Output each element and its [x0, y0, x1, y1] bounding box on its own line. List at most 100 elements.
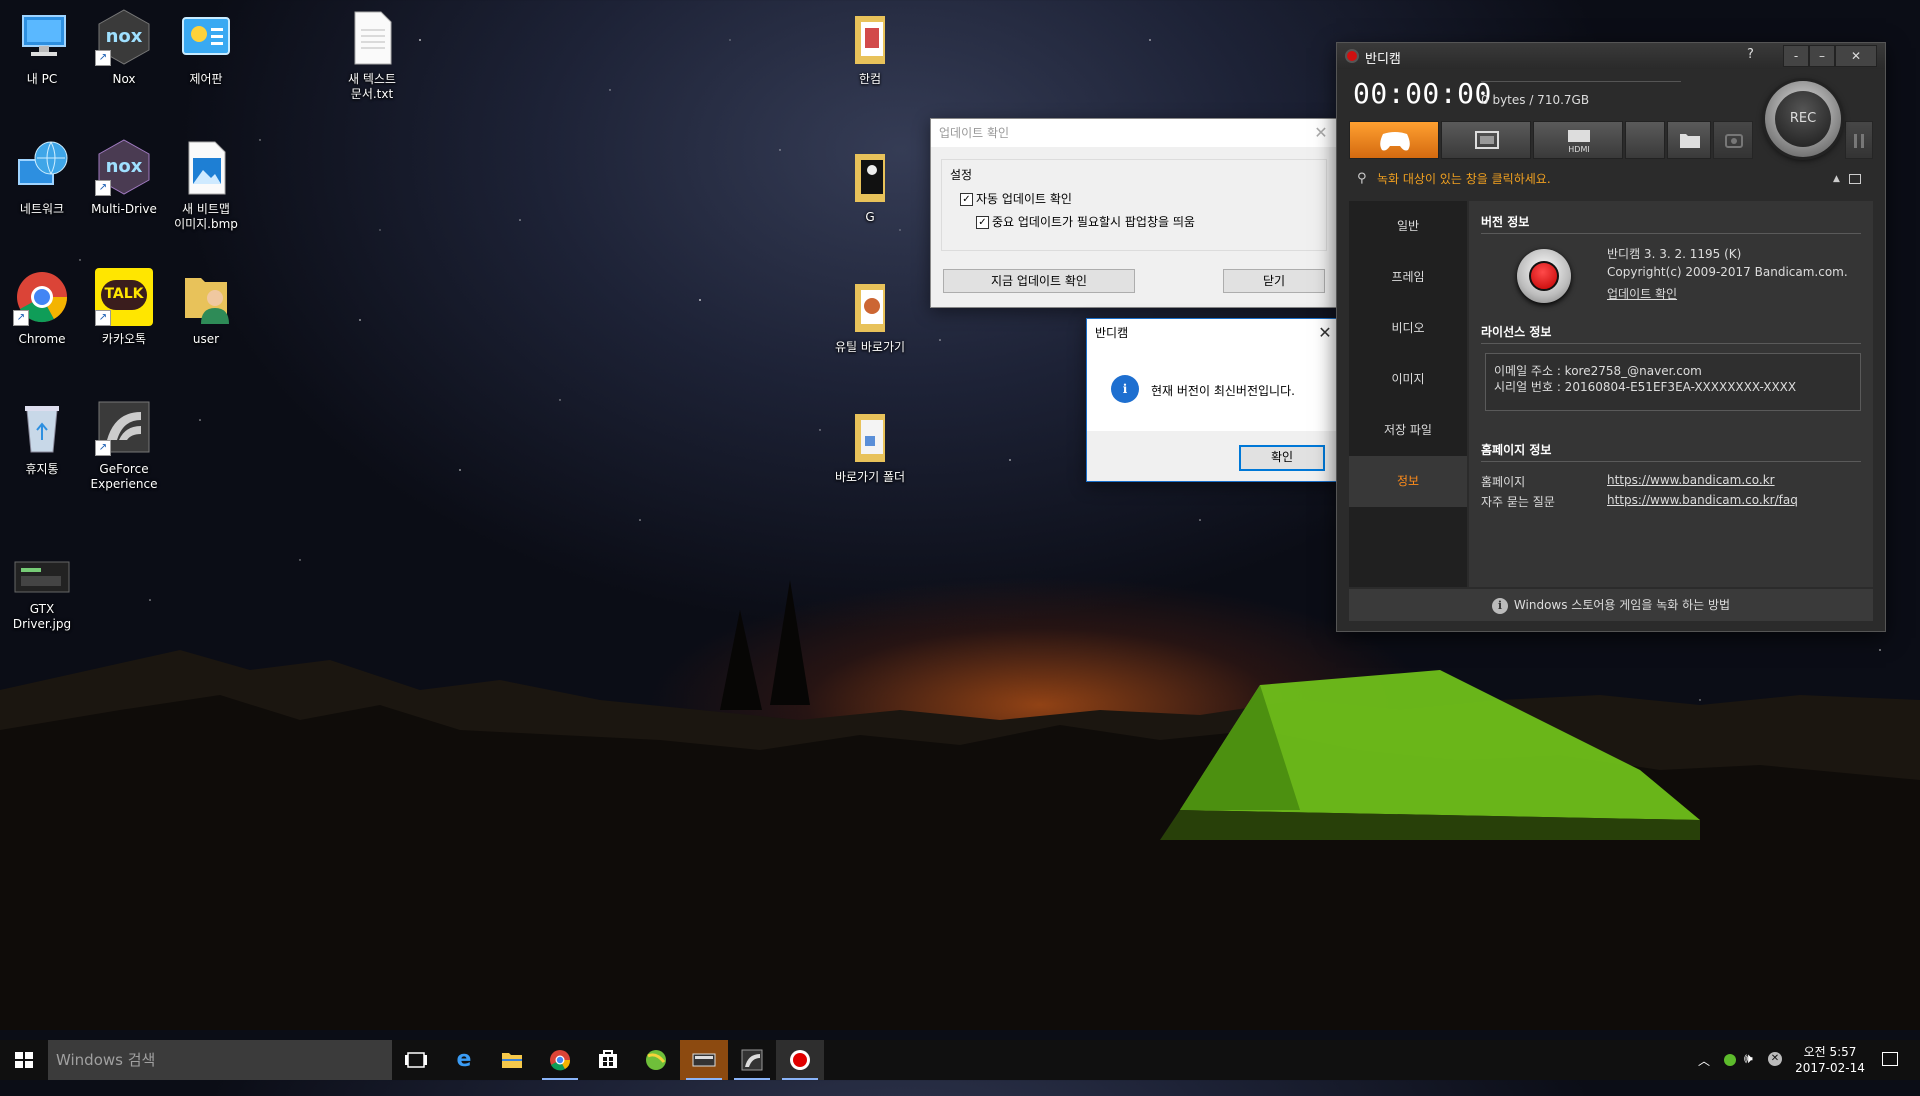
speaker-icon[interactable]: 🕪 — [1744, 1051, 1753, 1067]
nox-multi-drive-icon: nox ↗ — [95, 138, 153, 196]
homepage-section-title: 홈페이지 정보 — [1481, 443, 1552, 457]
close-icon[interactable]: ✕ — [1835, 45, 1877, 67]
popup-checkbox[interactable]: ✓ 중요 업데이트가 필요할시 팝업창을 띄움 — [976, 213, 1195, 230]
auto-update-checkbox[interactable]: ✓ 자동 업데이트 확인 — [960, 190, 1072, 207]
icon-label: Chrome — [18, 332, 66, 346]
desktop-icon-shortcut-folder[interactable]: 바로가기 폴더 — [828, 406, 912, 485]
desktop-icon-network[interactable]: 네트워크 — [0, 138, 84, 217]
icon-label: Multi-Drive — [91, 202, 157, 216]
version-section-title: 버전 정보 — [1481, 215, 1530, 229]
icon-label: GTX Driver.jpg — [12, 602, 72, 631]
pause-button[interactable] — [1845, 121, 1873, 159]
desktop-icon-geforce[interactable]: ↗ GeForce Experience — [82, 398, 166, 492]
store-games-help-bar[interactable]: i Windows 스토어용 게임을 녹화 하는 방법 — [1349, 589, 1873, 621]
taskbar-geforce[interactable] — [728, 1040, 776, 1080]
chevron-up-icon[interactable]: ︿ — [1698, 1052, 1710, 1069]
check-now-button[interactable]: 지금 업데이트 확인 — [943, 269, 1135, 293]
desktop-icon-multi-drive[interactable]: nox ↗ Multi-Drive — [82, 138, 166, 217]
shortcut-arrow-icon: ↗ — [95, 310, 111, 326]
nav-item-output[interactable]: 저장 파일 — [1349, 405, 1467, 456]
license-section-title: 라이선스 정보 — [1481, 325, 1552, 339]
chevron-up-icon[interactable]: ▲ — [1833, 167, 1840, 191]
desktop-icon-user[interactable]: user — [164, 268, 248, 347]
desktop-icon-this-pc[interactable]: 내 PC — [0, 8, 84, 87]
icon-label: Nox — [112, 72, 136, 86]
store-games-help-text: Windows 스토어용 게임을 녹화 하는 방법 — [1513, 598, 1731, 612]
help-button[interactable]: ? — [1747, 47, 1754, 62]
kakaotalk-icon: TALK ↗ — [95, 268, 153, 326]
nav-item-fps[interactable]: 프레임 — [1349, 252, 1467, 303]
checkbox-checked-icon[interactable]: ✓ — [960, 193, 973, 206]
taskbar-chrome[interactable] — [536, 1040, 584, 1080]
desktop-icon-text-file[interactable]: 새 텍스트 문서.txt — [330, 8, 414, 102]
desktop-icon-g[interactable]: G — [828, 146, 912, 225]
icon-label: 카카오톡 — [101, 332, 147, 346]
ok-button[interactable]: 확인 — [1239, 445, 1325, 471]
taskbar-store[interactable] — [584, 1040, 632, 1080]
close-icon[interactable]: ✕ — [1303, 119, 1339, 147]
nav-item-image[interactable]: 이미지 — [1349, 354, 1467, 405]
taskbar-edge[interactable]: e — [440, 1040, 488, 1080]
tab-blank[interactable] — [1625, 121, 1665, 159]
tab-game-recording[interactable] — [1349, 121, 1439, 159]
task-view-icon — [405, 1052, 427, 1068]
bitmap-image-icon — [177, 138, 235, 196]
nav-item-about[interactable]: 정보 — [1349, 456, 1467, 507]
folder-icon — [841, 276, 899, 334]
homepage-link[interactable]: https://www.bandicam.co.kr — [1607, 473, 1775, 487]
bandicam-titlebar[interactable]: 반디캠 ? - – ✕ — [1337, 43, 1885, 69]
clock[interactable]: 오전 5:57 2017-02-14 — [1790, 1044, 1870, 1076]
taskbar-map-app[interactable] — [632, 1040, 680, 1080]
info-icon: i — [1491, 597, 1508, 614]
nav-item-video[interactable]: 비디오 — [1349, 303, 1467, 354]
compact-mode-icon[interactable]: - — [1783, 45, 1809, 67]
recording-timer: 00:00:00 — [1353, 77, 1492, 110]
desktop-icon-hancom[interactable]: 한컴 — [828, 8, 912, 87]
pause-icon — [1854, 134, 1857, 148]
taskbar-hwp-app[interactable] — [680, 1040, 728, 1080]
start-button[interactable] — [0, 1040, 48, 1080]
homepage-label: 홈페이지 — [1481, 475, 1526, 489]
network-disconnected-icon[interactable]: ✕ — [1768, 1052, 1782, 1066]
taskbar-search-input[interactable]: Windows 검색 — [48, 1040, 392, 1080]
desktop-icon-recycle-bin[interactable]: 휴지통 — [0, 398, 84, 477]
checkbox-checked-icon[interactable]: ✓ — [976, 216, 989, 229]
faq-link[interactable]: https://www.bandicam.co.kr/faq — [1607, 493, 1798, 507]
update-check-link[interactable]: 업데이트 확인 — [1607, 285, 1677, 302]
shortcut-arrow-icon: ↗ — [95, 440, 111, 456]
hdmi-label: HDMI — [1568, 145, 1590, 154]
desktop-icon-gtx-driver[interactable]: GTX Driver.jpg — [0, 556, 84, 632]
screenshot-button[interactable] — [1713, 121, 1753, 159]
taskbar-bandicam[interactable] — [776, 1040, 824, 1080]
desktop-icon-nox[interactable]: nox ↗ Nox — [82, 8, 166, 87]
kakao-logo-text: TALK — [104, 286, 144, 302]
window-mode-icon[interactable] — [1849, 174, 1861, 184]
target-window-hint-bar[interactable]: ⚲ 녹화 대상이 있는 창을 클릭하세요. ▲ — [1349, 167, 1873, 191]
search-placeholder: Windows 검색 — [56, 1051, 156, 1069]
folder-icon — [841, 406, 899, 464]
taskbar-file-explorer[interactable] — [488, 1040, 536, 1080]
icon-label: 휴지통 — [25, 462, 59, 476]
divider — [1481, 343, 1861, 344]
dialog-titlebar[interactable]: 업데이트 확인 ✕ — [931, 119, 1339, 147]
tab-device-recording[interactable]: HDMI — [1533, 121, 1623, 159]
desktop-icon-control-panel[interactable]: 제어판 — [164, 8, 248, 87]
nav-item-general[interactable]: 일반 — [1349, 201, 1467, 252]
open-folder-button[interactable] — [1667, 121, 1711, 159]
desktop-icon-chrome[interactable]: ↗ Chrome — [0, 268, 84, 347]
bandicam-record-icon — [1517, 249, 1571, 303]
rec-button[interactable]: REC — [1765, 81, 1841, 157]
close-button[interactable]: 닫기 — [1223, 269, 1325, 293]
desktop-icon-kakaotalk[interactable]: TALK ↗ 카카오톡 — [82, 268, 166, 347]
tab-screen-recording[interactable] — [1441, 121, 1531, 159]
desktop-icon-util-shortcuts[interactable]: 유틸 바로가기 — [828, 276, 912, 355]
camera-icon — [1725, 134, 1743, 148]
minimize-icon[interactable]: – — [1809, 45, 1835, 67]
folder-icon — [841, 8, 899, 66]
store-bag-icon — [599, 1050, 617, 1068]
desktop-icon-bitmap[interactable]: 새 비트맵 이미지.bmp — [164, 138, 248, 232]
action-center-icon[interactable] — [1882, 1052, 1898, 1066]
dialog-titlebar[interactable]: 반디캠 ✕ — [1087, 319, 1343, 347]
task-view-button[interactable] — [392, 1040, 440, 1080]
gpu-tray-icon[interactable] — [1724, 1054, 1736, 1066]
